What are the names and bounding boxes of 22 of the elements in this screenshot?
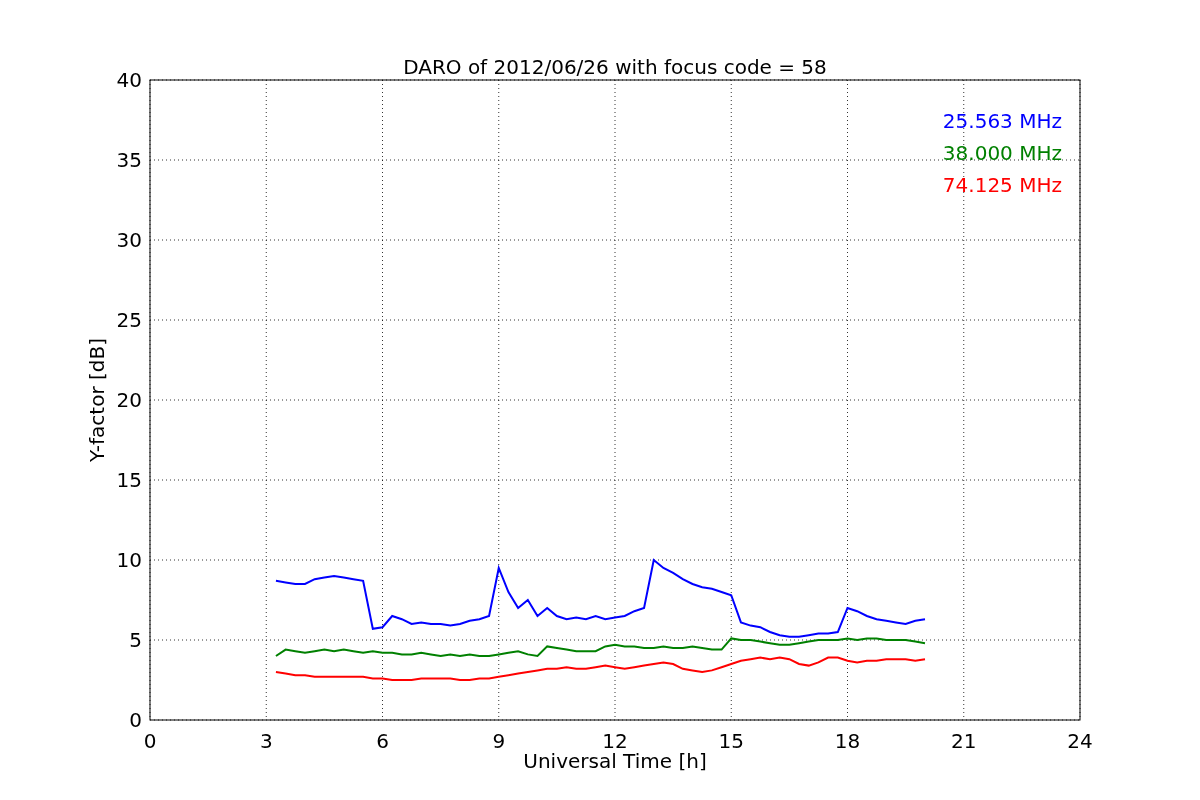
y-tick-label: 20 [116, 388, 142, 412]
x-tick-label: 24 [1067, 729, 1093, 753]
y-tick-label: 25 [116, 308, 142, 332]
x-tick-label: 3 [259, 729, 273, 753]
y-tick-label: 10 [116, 548, 142, 572]
x-tick-label: 15 [718, 729, 744, 753]
y-axis-label: Y-factor [dB] [85, 338, 109, 462]
legend-label: 38.000 MHz [942, 141, 1062, 165]
y-tick-label: 35 [116, 148, 142, 172]
y-tick-label: 30 [116, 228, 142, 252]
x-tick-label: 21 [951, 729, 977, 753]
x-tick-label: 6 [376, 729, 389, 753]
x-tick-label: 0 [143, 729, 157, 753]
y-tick-label: 40 [116, 68, 142, 92]
x-tick-label: 9 [492, 729, 506, 753]
y-tick-label: 15 [116, 468, 142, 492]
legend-label: 74.125 MHz [942, 173, 1062, 197]
legend-label: 25.563 MHz [942, 109, 1062, 133]
x-tick-label: 18 [834, 729, 861, 753]
y-tick-label: 0 [129, 708, 142, 732]
chart-title: DARO of 2012/06/26 with focus code = 58 [403, 55, 827, 79]
y-tick-label: 5 [129, 628, 142, 652]
